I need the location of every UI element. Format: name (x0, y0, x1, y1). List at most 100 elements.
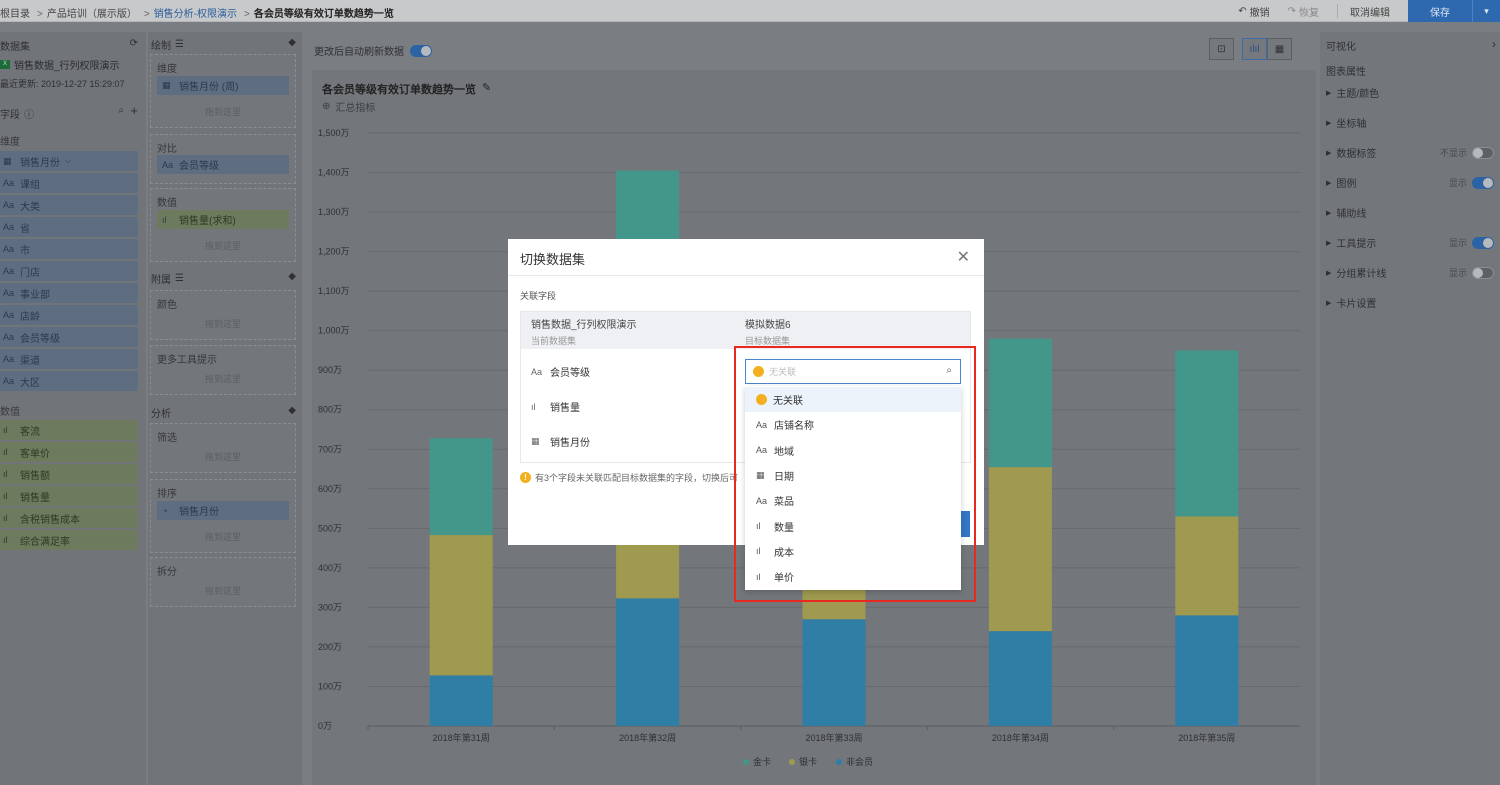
close-icon[interactable]: ✕ (957, 247, 970, 267)
search-icon[interactable]: ⌕ (118, 105, 124, 116)
y-tick-label: 700万 (318, 444, 342, 454)
compare-dropzone[interactable]: 对比 Aa 会员等级 (150, 134, 296, 184)
dimension-field[interactable]: Aa 渠道 (0, 349, 138, 369)
clear-icon[interactable]: ◆ (288, 405, 296, 416)
chart-view-icon[interactable]: ılıl (1242, 38, 1267, 60)
compare-dropzone-label: 对比 (157, 144, 177, 155)
value-chip[interactable]: ıl 销售量(求和) (157, 210, 289, 229)
edit-icon[interactable]: ✎ (482, 81, 491, 97)
property-state: 显示 (1449, 266, 1494, 279)
field-label: 销售量 (20, 492, 50, 504)
dimension-field[interactable]: Aa 门店 (0, 261, 138, 281)
property-state-label: 显示 (1448, 178, 1467, 188)
dimension-field[interactable]: Aa 市 (0, 239, 138, 259)
property-item[interactable]: ▶ 辅助线 (1326, 205, 1494, 220)
chevron-down-icon[interactable]: ⌵ (65, 156, 71, 166)
dimension-field[interactable]: Aa 课组 (0, 173, 138, 193)
menu-icon[interactable]: ☰ (175, 273, 184, 284)
property-item[interactable]: ▶ 分组累计线 显示 (1326, 265, 1494, 280)
excel-icon: X (0, 60, 10, 69)
property-label: 图例 (1336, 179, 1357, 190)
add-field-icon[interactable]: + (130, 103, 138, 118)
refresh-dataset-icon[interactable]: ⟳ (130, 38, 138, 49)
redo-button[interactable]: ↷ 恢复 (1288, 4, 1319, 19)
text-type-icon: Aa (3, 288, 15, 298)
mapping-table-header: 销售数据_行列权限演示 当前数据集 模拟数据6 目标数据集 (521, 312, 970, 349)
dimension-dropzone[interactable]: 维度 ▦ 销售月份 (周) 拖到这里 (150, 54, 296, 128)
property-label: 分组累计线 (1336, 269, 1387, 280)
drop-hint: 拖到这里 (204, 107, 241, 117)
clear-icon[interactable]: ◆ (288, 271, 296, 282)
caret-right-icon: ▶ (1326, 179, 1332, 187)
dimension-field[interactable]: Aa 店龄 (0, 305, 138, 325)
cancel-edit-button[interactable]: 取消编辑 (1350, 4, 1390, 19)
warning-icon: ! (520, 472, 531, 483)
undo-icon: ↶ (1238, 5, 1247, 17)
field-label: 含税销售成本 (20, 514, 80, 526)
breadcrumb-folder[interactable]: 产品培训（展示版） (47, 9, 137, 20)
property-item[interactable]: ▶ 坐标轴 (1326, 115, 1494, 130)
info-icon[interactable]: ⓘ (24, 106, 34, 121)
measure-field[interactable]: ıl 销售额 (0, 464, 138, 484)
breadcrumb-root[interactable]: 根目录 (0, 9, 30, 20)
save-options-button[interactable]: ▾ (1472, 0, 1500, 22)
measure-section-label: 数值 (0, 407, 20, 418)
measure-field[interactable]: ıl 销售量 (0, 486, 138, 506)
dataset-name[interactable]: X 销售数据_行列权限演示 (0, 57, 120, 72)
dimension-field[interactable]: Aa 大类 (0, 195, 138, 215)
dimension-field[interactable]: Aa 大区 (0, 371, 138, 391)
property-label: 辅助线 (1336, 209, 1367, 220)
save-button[interactable]: 保存 (1408, 0, 1472, 22)
dataset-panel-title: 数据集 (0, 42, 30, 53)
bar-chart-icon: ıl (3, 425, 8, 435)
property-label: 工具提示 (1336, 239, 1377, 250)
property-toggle[interactable] (1472, 176, 1494, 189)
x-tick-label: 2018年第33周 (805, 732, 862, 743)
split-dropzone[interactable]: 拆分 拖到这里 (150, 557, 296, 607)
legend-label: 非会员 (846, 756, 873, 767)
y-tick-label: 300万 (318, 602, 342, 612)
dimension-field[interactable]: Aa 会员等级 (0, 327, 138, 347)
menu-icon[interactable]: ☰ (175, 39, 184, 50)
color-dropzone[interactable]: 颜色 拖到这里 (150, 290, 296, 340)
bar-segment (429, 535, 493, 676)
property-item[interactable]: ▶ 工具提示 显示 (1326, 235, 1494, 250)
dimension-chip[interactable]: ▦ 销售月份 (周) (157, 76, 289, 95)
property-item[interactable]: ▶ 数据标签 不显示 (1326, 145, 1494, 160)
property-item[interactable]: ▶ 卡片设置 (1326, 295, 1494, 310)
x-tick-label: 2018年第31周 (433, 732, 490, 743)
undo-button[interactable]: ↶ 撤销 (1238, 4, 1269, 19)
dimension-field[interactable]: Aa 省 (0, 217, 138, 237)
y-tick-label: 800万 (318, 405, 342, 415)
property-toggle[interactable] (1472, 146, 1494, 159)
table-view-icon[interactable]: ▦ (1267, 38, 1292, 60)
measure-field[interactable]: ıl 含税销售成本 (0, 508, 138, 528)
dimension-field[interactable]: Aa 事业部 (0, 283, 138, 303)
attach-title-label: 附属 (151, 275, 171, 286)
auto-refresh-toggle[interactable] (410, 44, 432, 57)
property-item[interactable]: ▶ 图例 显示 (1326, 175, 1494, 190)
property-toggle[interactable] (1472, 266, 1494, 279)
property-toggle[interactable] (1472, 236, 1494, 249)
sort-dropzone[interactable]: 排序 ◔ 销售月份 拖到这里 (150, 479, 296, 553)
measure-field[interactable]: ıl 客单价 (0, 442, 138, 462)
measure-field[interactable]: ıl 客流 (0, 420, 138, 440)
summary-metric[interactable]: ⊕ 汇总指标 (322, 99, 375, 114)
legend-marker (836, 759, 842, 765)
property-state-label: 不显示 (1439, 148, 1467, 158)
y-tick-label: 1,100万 (318, 286, 350, 296)
sort-chip[interactable]: ◔ 销售月份 (157, 501, 289, 520)
tooltip-dropzone[interactable]: 更多工具提示 拖到这里 (150, 345, 296, 395)
current-dataset-name: 销售数据_行列权限演示 (531, 320, 637, 331)
clear-icon[interactable]: ◆ (288, 37, 296, 48)
sort-dropzone-label: 排序 (157, 489, 177, 500)
filter-dropzone[interactable]: 筛选 拖到这里 (150, 423, 296, 473)
breadcrumb-project[interactable]: 销售分析-权限演示 (154, 9, 237, 20)
dimension-field[interactable]: ▦ 销售月份 ⌵ (0, 151, 138, 171)
compare-chip[interactable]: Aa 会员等级 (157, 155, 289, 174)
property-item[interactable]: ▶ 主题/颜色 (1326, 85, 1494, 100)
measure-field[interactable]: ıl 综合满足率 (0, 530, 138, 550)
fullscreen-icon[interactable]: ⊡ (1209, 38, 1234, 60)
chevron-right-icon[interactable]: › (1492, 37, 1496, 51)
value-dropzone[interactable]: 数值 ıl 销售量(求和) 拖到这里 (150, 188, 296, 262)
